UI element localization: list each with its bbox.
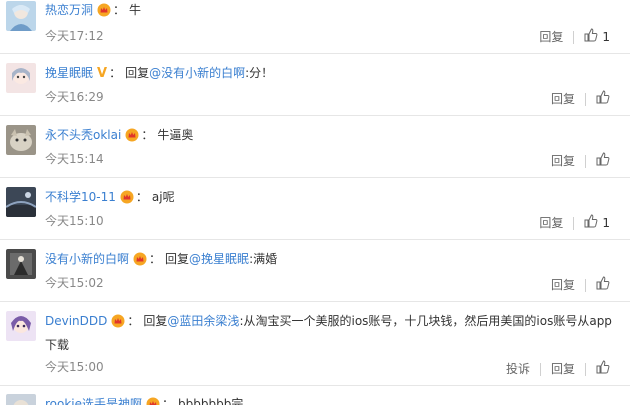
colon: ： (149, 252, 162, 266)
divider (585, 154, 586, 168)
like-count: 1 (602, 30, 610, 44)
thumbs-up-icon (584, 214, 598, 232)
comment-text: :满婚 (249, 252, 278, 266)
reply-button[interactable]: 回复 (551, 153, 575, 169)
reply-label: 回复 (143, 314, 168, 328)
comment-line: DevinDDD：回复@蓝田余梁浅:从淘宝买一个美服的ios账号，十几块钱，然后… (45, 311, 622, 356)
crown-icon (125, 128, 139, 147)
crown-icon (97, 3, 111, 22)
divider (585, 362, 586, 376)
thumbs-up-icon (596, 276, 610, 294)
comment-line: 热恋万洞 ：牛 (45, 1, 622, 22)
colon: ： (141, 128, 154, 142)
reply-button[interactable]: 回复 (539, 29, 563, 45)
like-button[interactable] (596, 360, 610, 378)
comment-text: :分！ (245, 66, 274, 80)
reply-label: 回复 (125, 66, 150, 80)
thumbs-up-icon (596, 360, 610, 378)
username-link[interactable]: DevinDDD (45, 314, 107, 328)
mention-link[interactable]: @没有小新的白啊 (149, 66, 245, 80)
username-link[interactable]: 永不头秃oklai (45, 128, 121, 142)
divider (585, 278, 586, 292)
avatar[interactable] (6, 249, 36, 279)
reply-button[interactable]: 回复 (539, 215, 563, 231)
comment-actions: 回复 (551, 152, 610, 170)
comment-item: 不科学10-11 ： aj呢 今天15:10 回复 1 (0, 177, 630, 240)
avatar[interactable] (6, 63, 36, 93)
comment-line: rookie选手是神啊 ： bbbbbbb完 (45, 395, 622, 405)
comment-text: bbbbbbb完 (178, 397, 244, 405)
mention-link[interactable]: @挽星眠眠 (189, 252, 249, 266)
divider (573, 30, 575, 44)
crown-icon (133, 252, 147, 271)
username-link[interactable]: rookie选手是神啊 (45, 397, 142, 405)
comment-time: 今天15:02 (45, 276, 104, 290)
like-button[interactable]: 1 (584, 214, 610, 232)
avatar[interactable] (6, 187, 36, 217)
username-link[interactable]: 挽星眠眠 (45, 66, 93, 80)
like-button[interactable] (596, 152, 610, 170)
comment-item: 热恋万洞 ：牛 今天17:12 回复 1 (0, 0, 630, 54)
comment-time: 今天17:12 (45, 29, 104, 43)
comment-line: 不科学10-11 ： aj呢 (45, 188, 622, 209)
mention-link[interactable]: @蓝田余梁浅 (167, 314, 239, 328)
colon: ： (162, 397, 175, 405)
comment-item: 挽星眠眠 V：回复@没有小新的白啊:分！ 今天16:29 回复 (0, 53, 630, 116)
reply-button[interactable]: 回复 (551, 361, 575, 377)
comment-actions: 回复 (551, 90, 610, 108)
comment-item: 没有小新的白啊：回复@挽星眠眠:满婚 今天15:02 回复 (0, 239, 630, 302)
comment-item: 永不头秃oklai ：牛逼奥 今天15:14 回复 (0, 115, 630, 178)
colon: ： (113, 3, 126, 17)
avatar[interactable] (6, 1, 36, 31)
comment-actions: 回复 1 (539, 28, 610, 46)
avatar[interactable] (6, 311, 36, 341)
divider (585, 92, 586, 106)
crown-icon (111, 314, 125, 335)
comment-list: 热恋万洞：牛 今天17:12 回复 1 挽星眠眠 V：回复@没有小新的白啊:分！ … (0, 0, 630, 405)
reply-button[interactable]: 回复 (551, 277, 575, 293)
like-button[interactable]: 1 (584, 28, 610, 46)
like-count: 1 (602, 216, 610, 230)
like-button[interactable] (596, 90, 610, 108)
comment-actions: 投诉 回复 (506, 360, 610, 378)
username-link[interactable]: 热恋万洞 (45, 3, 93, 17)
thumbs-up-icon (596, 90, 610, 108)
comment-text: 牛逼奥 (157, 128, 194, 142)
username-link[interactable]: 不科学10-11 (45, 190, 116, 204)
avatar[interactable] (6, 125, 36, 155)
reply-label: 回复 (165, 252, 190, 266)
colon: ： (127, 314, 140, 328)
avatar[interactable] (6, 394, 36, 405)
comment-line: 挽星眠眠 V：回复@没有小新的白啊:分！ (45, 64, 622, 83)
comment-line: 永不头秃oklai ：牛逼奥 (45, 126, 622, 147)
divider (539, 362, 541, 376)
report-button[interactable]: 投诉 (506, 361, 530, 377)
comment-line: 没有小新的白啊 ：回复@挽星眠眠:满婚 (45, 250, 622, 271)
comment-text: aj呢 (151, 190, 175, 204)
comment-time: 今天15:00 (45, 360, 104, 374)
reply-button[interactable]: 回复 (551, 91, 575, 107)
crown-icon (120, 190, 134, 209)
comment-time: 今天15:10 (45, 214, 104, 228)
comment-time: 今天16:29 (45, 90, 104, 104)
comment-time: 今天15:14 (45, 152, 104, 166)
comment-item: DevinDDD：回复@蓝田余梁浅:从淘宝买一个美服的ios账号，十几块钱，然后… (0, 301, 630, 386)
crown-icon (146, 397, 160, 405)
thumbs-up-icon (596, 152, 610, 170)
username-link[interactable]: 没有小新的白啊 (45, 252, 129, 266)
colon: ： (109, 66, 122, 80)
verified-v-icon: V (97, 66, 108, 81)
comment-item: rookie选手是神啊 ： bbbbbbb完 (0, 385, 630, 405)
divider (573, 216, 575, 230)
like-button[interactable] (596, 276, 610, 294)
comment-text: 牛 (129, 3, 142, 17)
comment-actions: 回复 1 (539, 214, 610, 232)
colon: ： (135, 190, 148, 204)
comment-actions: 回复 (551, 276, 610, 294)
thumbs-up-icon (584, 28, 598, 46)
